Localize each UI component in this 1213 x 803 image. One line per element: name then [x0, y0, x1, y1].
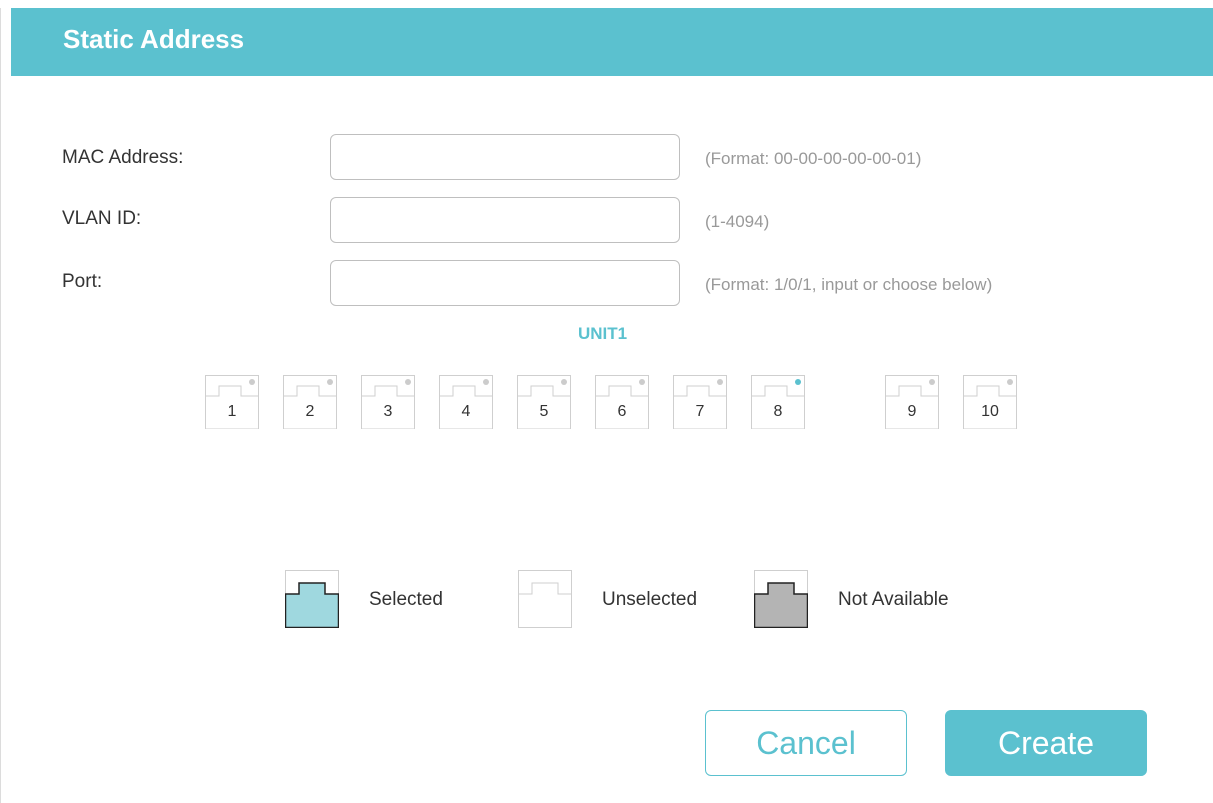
unselected-port-icon [518, 570, 572, 633]
port-10[interactable]: 10 [963, 375, 1017, 429]
selected-port-icon [284, 570, 340, 633]
port-link-indicator [249, 379, 255, 385]
create-button[interactable]: Create [945, 710, 1147, 776]
port-link-indicator [639, 379, 645, 385]
legend-not-available-label: Not Available [838, 589, 949, 610]
port-number: 9 [907, 403, 917, 420]
port-3[interactable]: 3 [361, 375, 415, 429]
port-link-indicator [405, 379, 411, 385]
port-number: 2 [305, 403, 315, 420]
port-label: Port: [62, 271, 103, 292]
port-number: 6 [617, 403, 627, 420]
mac-address-hint: (Format: 00-00-00-00-00-01) [705, 149, 922, 168]
cancel-button[interactable]: Cancel [705, 710, 907, 776]
port-number: 1 [227, 403, 237, 420]
title-bar: Static Address [11, 8, 1213, 76]
port-number: 4 [461, 403, 471, 420]
mac-address-label: MAC Address: [62, 147, 184, 168]
port-5[interactable]: 5 [517, 375, 571, 429]
unit-label: UNIT1 [578, 324, 628, 343]
port-link-indicator [1007, 379, 1013, 385]
port-number: 3 [383, 403, 393, 420]
legend-unselected-label: Unselected [602, 589, 698, 610]
port-number: 7 [695, 403, 705, 420]
port-6[interactable]: 6 [595, 375, 649, 429]
vlan-id-label: VLAN ID: [62, 208, 142, 229]
port-4[interactable]: 4 [439, 375, 493, 429]
port-link-indicator [795, 379, 801, 385]
port-input[interactable] [330, 260, 680, 306]
port-2[interactable]: 2 [283, 375, 337, 429]
port-hint: (Format: 1/0/1, input or choose below) [705, 275, 993, 294]
port-1[interactable]: 1 [205, 375, 259, 429]
port-link-indicator [561, 379, 567, 385]
port-link-indicator [929, 379, 935, 385]
port-9[interactable]: 9 [885, 375, 939, 429]
port-number: 5 [539, 403, 549, 420]
vlan-id-input[interactable] [330, 197, 680, 243]
port-8[interactable]: 8 [751, 375, 805, 429]
vlan-id-hint: (1-4094) [705, 212, 770, 231]
mac-address-input[interactable] [330, 134, 680, 180]
port-7[interactable]: 7 [673, 375, 727, 429]
port-link-indicator [717, 379, 723, 385]
dialog-title: Static Address [63, 24, 245, 54]
legend-selected-label: Selected [369, 589, 443, 610]
port-link-indicator [327, 379, 333, 385]
port-link-indicator [483, 379, 489, 385]
not-available-port-icon [753, 570, 809, 633]
port-number: 10 [981, 403, 999, 420]
port-number: 8 [773, 403, 783, 420]
